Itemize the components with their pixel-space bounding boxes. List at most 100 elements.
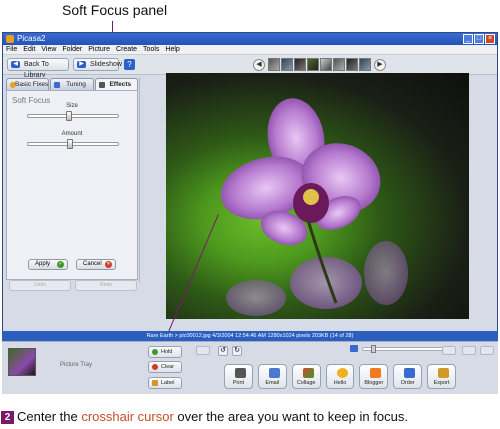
back-to-library-button[interactable]: ◀ Back To Library — [7, 58, 69, 79]
menu-bar: File Edit View Folder Picture Create Too… — [3, 45, 497, 55]
filmstrip-thumbnail[interactable] — [359, 58, 371, 71]
close-button[interactable]: × — [485, 34, 495, 44]
filmstrip-thumbnail[interactable] — [268, 58, 280, 71]
caption-highlight: crosshair cursor — [81, 409, 174, 424]
next-arrow-icon[interactable]: ▶ — [374, 58, 386, 71]
undo-redo-row: Undo Redo — [9, 280, 137, 291]
maximize-button[interactable]: □ — [474, 34, 484, 44]
order-icon — [404, 368, 416, 378]
filmstrip-thumbnail[interactable] — [320, 58, 332, 71]
menu-folder[interactable]: Folder — [62, 45, 82, 54]
filmstrip-thumbnail[interactable] — [281, 58, 293, 71]
effects-brush-icon — [98, 82, 105, 88]
apply-label: Apply — [35, 261, 51, 267]
order-label: Order — [400, 380, 415, 386]
action-bar: Print Email Collage Hello Blogger Order … — [224, 364, 457, 389]
menu-edit[interactable]: Edit — [23, 45, 35, 54]
collage-button[interactable]: Collage — [291, 364, 321, 389]
menu-create[interactable]: Create — [116, 45, 137, 54]
window-title: Picasa2 — [17, 34, 46, 43]
menu-file[interactable]: File — [6, 45, 17, 54]
print-label: Print — [232, 380, 245, 386]
hold-button[interactable]: Hold — [148, 346, 182, 358]
label-label: Label — [161, 380, 175, 386]
callout-soft-focus-panel: Soft Focus panel — [62, 2, 168, 18]
picasa-logo-icon — [6, 35, 14, 43]
amount-slider-handle[interactable] — [67, 139, 73, 149]
size-slider-handle[interactable] — [66, 111, 72, 121]
status-bar: Rare Earth > pic00012.jpg 4/3/2004 12:54… — [2, 331, 498, 341]
printer-icon — [235, 368, 246, 378]
tray-tool-button[interactable] — [196, 346, 210, 355]
edit-tabs: Basic Fixes Tuning Effects — [5, 77, 139, 90]
filmstrip-thumbnail[interactable] — [333, 58, 345, 71]
hello-button[interactable]: Hello — [325, 364, 355, 389]
clear-icon — [152, 364, 158, 370]
amount-slider[interactable] — [27, 139, 119, 149]
hello-label: Hello — [333, 380, 347, 386]
rotate-left-icon[interactable]: ↺ — [218, 346, 228, 356]
minimize-button[interactable]: _ — [463, 34, 473, 44]
size-slider[interactable] — [27, 111, 119, 121]
collage-icon — [302, 368, 314, 378]
step-caption: 2 Center the crosshair cursor over the ar… — [1, 409, 408, 424]
caption-text-before: Center the — [17, 409, 82, 424]
soft-focus-panel: Soft Focus Size Amount Apply ✓ Cancel ✕ — [6, 90, 138, 280]
hello-icon — [336, 368, 348, 378]
menu-view[interactable]: View — [41, 45, 56, 54]
cancel-button[interactable]: Cancel ✕ — [76, 259, 116, 270]
blogger-label: Blogger — [364, 380, 384, 386]
print-button[interactable]: Print — [224, 364, 253, 389]
order-button[interactable]: Order — [393, 364, 423, 389]
sun-icon — [10, 82, 16, 88]
export-folder-icon — [438, 368, 450, 378]
redo-button[interactable]: Redo — [75, 280, 137, 291]
picture-tray-title: Picture Tray — [60, 362, 93, 368]
blogger-button[interactable]: Blogger — [359, 364, 389, 389]
label-button[interactable]: Label — [148, 377, 182, 389]
zoom-slider[interactable] — [362, 345, 452, 353]
view-mode-button[interactable] — [442, 346, 456, 355]
cancel-label: Cancel — [83, 261, 102, 267]
apply-button[interactable]: Apply ✓ — [28, 259, 68, 270]
help-button[interactable]: ? — [124, 59, 135, 70]
rotate-right-icon[interactable]: ↻ — [232, 346, 242, 356]
filmstrip-thumbnail[interactable] — [294, 58, 306, 71]
export-label: Export — [433, 380, 450, 386]
check-icon: ✓ — [57, 261, 64, 268]
filmstrip-thumbnail[interactable] — [307, 58, 319, 71]
hold-label: Hold — [161, 349, 173, 355]
tab-tuning[interactable]: Tuning — [50, 78, 94, 90]
clear-button[interactable]: Clear — [148, 361, 182, 373]
tab-tuning-label: Tuning — [66, 81, 86, 88]
email-icon — [268, 368, 280, 378]
back-arrow-icon: ◀ — [11, 61, 20, 68]
menu-tools[interactable]: Tools — [143, 45, 159, 54]
tab-basic-fixes[interactable]: Basic Fixes — [6, 78, 50, 90]
filmstrip: ◀ ▶ — [251, 58, 388, 71]
slideshow-button[interactable]: ▶ Slideshow — [73, 58, 122, 71]
tab-basic-fixes-label: Basic Fixes — [15, 81, 49, 88]
caption-text-after: over the area you want to keep in focus. — [173, 409, 408, 424]
email-label: Email — [265, 380, 280, 386]
clear-label: Clear — [161, 364, 175, 370]
zoom-icon — [350, 345, 358, 352]
tray-thumbnail[interactable] — [8, 348, 36, 376]
blogger-icon — [370, 368, 382, 378]
menu-help[interactable]: Help — [165, 45, 179, 54]
view-mode-button[interactable] — [462, 346, 476, 355]
zoom-slider-handle[interactable] — [371, 345, 376, 353]
view-mode-button[interactable] — [480, 346, 494, 355]
export-button[interactable]: Export — [427, 364, 457, 389]
orchid-flower-image — [220, 98, 408, 316]
menu-picture[interactable]: Picture — [88, 45, 110, 54]
amount-label: Amount — [61, 131, 83, 137]
filmstrip-thumbnail[interactable] — [346, 58, 358, 71]
previous-arrow-icon[interactable]: ◀ — [253, 58, 265, 71]
edit-panel: Basic Fixes Tuning Effects Soft Focus Si… — [5, 77, 140, 291]
email-button[interactable]: Email — [257, 364, 287, 389]
step-number: 2 — [1, 411, 14, 424]
photo-viewer[interactable] — [166, 73, 469, 319]
undo-button[interactable]: Undo — [9, 280, 71, 291]
tab-effects[interactable]: Effects — [94, 78, 138, 90]
